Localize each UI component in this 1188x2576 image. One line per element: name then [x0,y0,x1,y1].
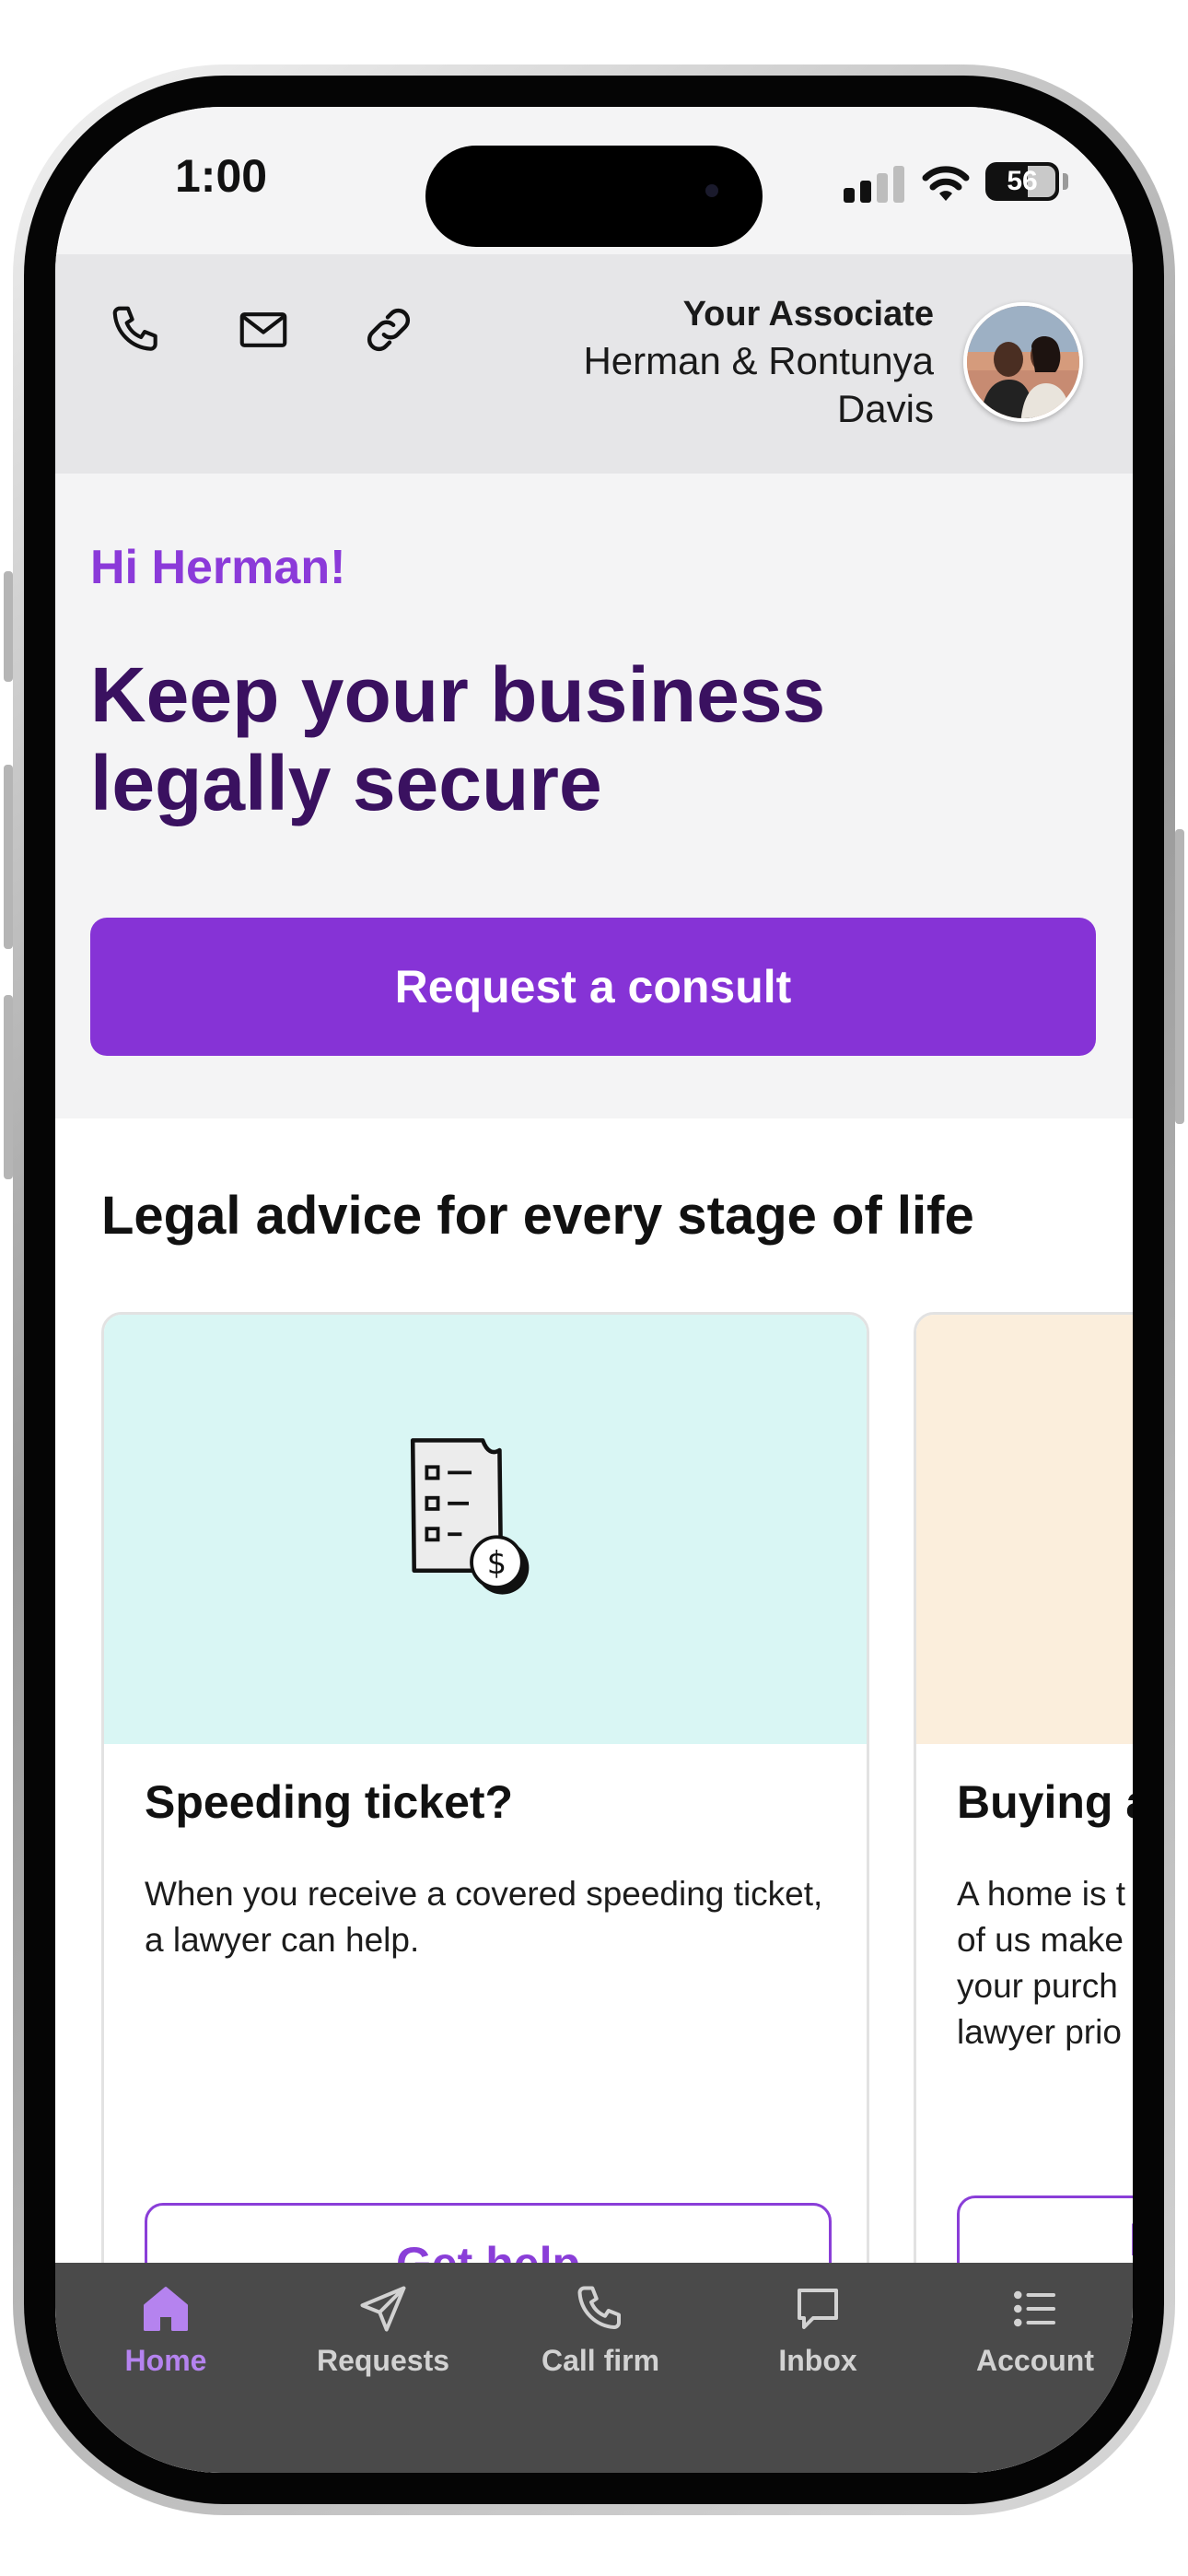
link-icon[interactable] [355,297,422,363]
battery-icon: 56 [985,162,1059,201]
tab-label: Requests [316,2344,450,2377]
card-image: $ [104,1315,867,1744]
card-image [916,1315,1133,1744]
card-body-line: your purch [957,1967,1118,2005]
tab-label: Inbox [778,2344,857,2377]
associate-label: Your Associate [682,295,934,334]
tab-call-firm[interactable]: Call firm [508,2281,693,2401]
signal-icon [844,166,908,203]
silent-switch [4,571,13,682]
tab-requests[interactable]: Requests [291,2281,475,2401]
list-icon [1013,2290,1055,2327]
tab-label: Home [124,2344,207,2377]
tab-account[interactable]: Account [943,2281,1127,2401]
wifi-icon [922,166,970,201]
home-icon [144,2287,188,2331]
card-body-line: A home is t [957,1875,1126,1913]
status-time: 1:00 [175,150,268,202]
card-title: Buying a [957,1776,1133,1828]
app-screen: 1:00 56 Your Associate Herman & Rontunya… [55,107,1133,2473]
hero-title-line2: legally secure [90,740,602,826]
phone-icon[interactable] [103,297,169,363]
status-bar: 1:00 56 [55,107,1133,254]
svg-text:$: $ [487,1545,507,1581]
associate-name-line1: Herman & Rontunya [583,339,934,382]
tab-label: Call firm [541,2344,660,2377]
card-body: When you receive a covered speeding tick… [145,1875,823,1959]
greeting: Hi Herman! [90,541,346,594]
section-title: Legal advice for every stage of life [101,1186,974,1246]
card-body-line: lawyer prio [957,2013,1122,2051]
card-body: A home is t of us make your purch lawyer… [957,1871,1133,2055]
battery-tip [1063,173,1068,190]
hero-title: Keep your business legally secure [90,650,1011,827]
chat-icon [798,2289,838,2329]
ticket-invoice-icon: $ [410,1438,530,1595]
send-icon [360,2286,406,2332]
card-body-line: of us make [957,1921,1124,1959]
associate-avatar[interactable] [963,302,1083,422]
tab-inbox[interactable]: Inbox [726,2281,910,2401]
speeding-ticket-card[interactable]: $ Speeding ticket? When you receive a co… [101,1312,869,2325]
associate-info: Your Associate Herman & Rontunya Davis [455,291,934,433]
camera-dot [705,184,718,197]
tab-home[interactable]: Home [74,2281,258,2401]
volume-down-button [4,995,13,1179]
buying-home-card[interactable]: Buying a A home is t of us make your pur… [914,1312,1133,2325]
hero-title-line1: Keep your business [90,651,826,738]
volume-up-button [4,765,13,949]
battery-level: 56 [1007,166,1038,196]
phone-icon [577,2286,621,2329]
mail-icon[interactable] [230,297,297,363]
power-button [1175,829,1184,1124]
request-consult-button[interactable]: Request a consult [90,918,1096,1056]
card-title: Speeding ticket? [145,1776,514,1828]
associate-name-line2: Davis [836,387,934,430]
tab-label: Account [976,2344,1094,2377]
